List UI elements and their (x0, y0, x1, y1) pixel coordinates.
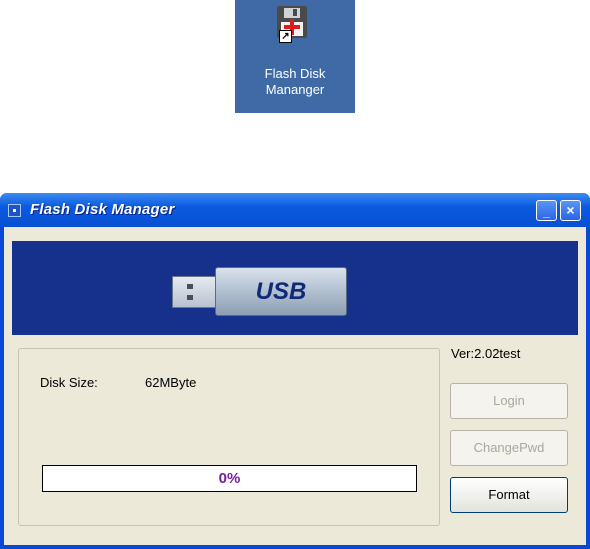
shortcut-arrow-icon: ↗ (279, 30, 292, 43)
format-button[interactable]: Format (450, 477, 568, 513)
shortcut-caption-line1: Flash Disk (264, 66, 326, 81)
login-button[interactable]: Login (450, 383, 568, 419)
change-password-button[interactable]: ChangePwd (450, 430, 568, 466)
version-label: Ver:2.02test (451, 346, 521, 361)
close-button[interactable]: × (560, 200, 581, 221)
minimize-button[interactable]: _ (536, 200, 557, 221)
app-icon[interactable] (8, 204, 21, 217)
usb-drive-icon: USB (215, 267, 347, 316)
window-title: Flash Disk Manager (30, 201, 175, 218)
disk-size-value: 62MByte (145, 375, 197, 390)
desktop-shortcut[interactable]: ↗ Flash Disk Mananger (235, 0, 355, 113)
shortcut-caption: Flash Disk Mananger (235, 66, 355, 98)
progress-text: 0% (218, 470, 241, 487)
usb-label: USB (255, 278, 307, 305)
app-window: Flash Disk Manager _ × USB Disk Size: 62… (0, 193, 590, 549)
floppy-disk-icon: ↗ (277, 6, 313, 46)
disk-size-label: Disk Size: (40, 375, 98, 390)
shortcut-caption-line2: Mananger (265, 82, 325, 97)
title-bar[interactable]: Flash Disk Manager _ × (0, 193, 590, 227)
disk-info-panel: Disk Size: 62MByte 0% (18, 348, 440, 526)
progress-bar: 0% (42, 465, 417, 492)
client-area: USB Disk Size: 62MByte 0% Ver:2.02test L… (4, 227, 586, 545)
usb-banner: USB (12, 241, 578, 335)
usb-plug-icon (172, 276, 216, 308)
